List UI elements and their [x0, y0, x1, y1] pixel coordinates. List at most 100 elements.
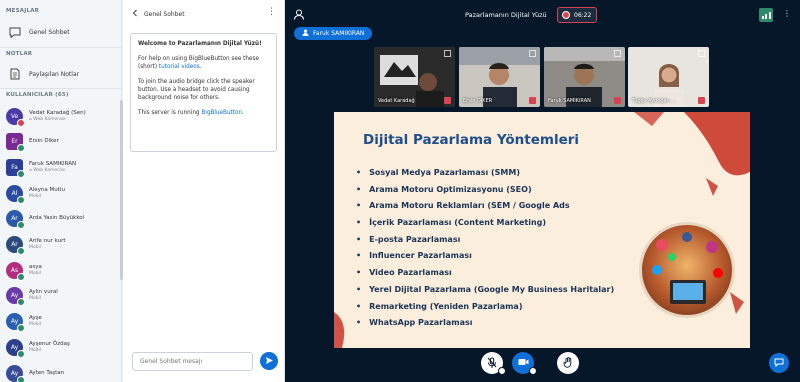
messages-header: MESAJLAR	[6, 8, 40, 14]
user-info: Aleyna Mutlu Mobil	[29, 187, 65, 200]
send-icon	[265, 356, 274, 367]
user-device: Mobil	[29, 296, 41, 302]
listen-status-icon	[17, 221, 25, 230]
chat-options-button[interactable]: ⋮	[267, 7, 276, 17]
avatar: Ay	[6, 287, 25, 307]
presentation-slide: Dijital Pazarlama Yöntemleri Sosyal Medy…	[334, 112, 750, 348]
avatar: Fa	[6, 158, 25, 178]
avatar-initials: Al	[11, 189, 18, 197]
toggle-userlist-button[interactable]	[293, 9, 305, 22]
muted-mic-icon	[529, 97, 536, 104]
shared-notes-label: Paylaşılan Notlar	[29, 70, 80, 78]
listen-status-icon	[17, 349, 25, 358]
user-list-item[interactable]: Ay Ayşenur Özdaş Mobil	[6, 335, 118, 359]
user-list-item[interactable]: Ay Aylin vural Mobil	[6, 284, 118, 308]
camera-tile[interactable]: Faruk SAMIKIRAN	[544, 47, 625, 107]
presenter-icon	[302, 29, 309, 38]
user-name: Aleyna Mutlu	[29, 186, 65, 193]
notes-icon	[8, 67, 22, 81]
avatar-initials: Ar	[11, 215, 18, 223]
avatar-initials: Fa	[11, 163, 18, 171]
user-info: Faruk SAMIKIRAN ⌂ Web Kamerası	[29, 161, 76, 174]
share-webcam-button[interactable]	[512, 352, 537, 375]
user-device: Mobil	[29, 245, 41, 250]
more-vertical-icon: ⋮	[267, 7, 276, 17]
user-list-item[interactable]: Al Aleyna Mutlu Mobil	[6, 181, 118, 205]
user-info: Ayşe Mobil	[29, 315, 42, 328]
raise-hand-button[interactable]	[557, 352, 579, 374]
camera-tile[interactable]: Ersin DİKER	[459, 47, 540, 107]
listen-status-icon	[17, 272, 25, 281]
unmute-button[interactable]	[481, 352, 506, 375]
tutorial-videos-link[interactable]: tutorial videos	[159, 64, 200, 70]
user-info: Ersin Diker	[29, 138, 59, 145]
user-name: Ayten Taştan	[29, 369, 65, 376]
fullscreen-icon[interactable]	[529, 50, 536, 57]
user-list-item[interactable]: Ay Ayten Taştan	[6, 361, 118, 382]
user-list-item[interactable]: Ar Arife nur kurt Mobil	[6, 233, 118, 257]
mic-off-icon	[487, 357, 497, 370]
fullscreen-icon[interactable]	[444, 50, 451, 57]
connection-status-button[interactable]	[759, 8, 773, 22]
record-icon	[562, 11, 570, 19]
avatar: Er	[6, 133, 25, 153]
listen-status-icon	[17, 169, 25, 178]
options-menu-button[interactable]: ⋮	[783, 9, 791, 18]
bigbluebutton-link[interactable]: BigBlueButton	[201, 110, 242, 116]
avatar: Al	[6, 184, 25, 204]
listen-status-icon	[17, 324, 25, 333]
avatar-initials: Ay	[10, 343, 19, 351]
audio-settings-dot[interactable]	[498, 367, 506, 375]
open-chat-button[interactable]	[769, 353, 789, 373]
public-chat-label: Genel Sohbet	[29, 28, 70, 36]
server-post: .	[242, 110, 244, 116]
welcome-prefix: Welcome to	[138, 41, 178, 47]
user-device: Mobil	[29, 322, 41, 328]
notes-header: NOTLAR	[6, 51, 33, 57]
hand-icon	[563, 356, 573, 370]
recording-time: 06:22	[574, 11, 592, 19]
user-info: Ayten Taştan	[29, 370, 64, 377]
public-chat-item[interactable]: Genel Sohbet	[8, 25, 70, 39]
video-settings-dot[interactable]	[529, 367, 537, 375]
audio-text: To join the audio bridge click the speak…	[138, 79, 255, 101]
slide-bullet: Video Pazarlaması	[356, 265, 614, 282]
slide-bullet: Sosyal Medya Pazarlaması (SMM)	[356, 165, 614, 182]
user-list-item[interactable]: Ar Arda Yasin Büyükkol	[6, 207, 118, 231]
shared-notes-item[interactable]: Paylaşılan Notlar	[8, 67, 79, 81]
chat-back-button[interactable]: Genel Sohbet	[132, 9, 185, 19]
user-list-item[interactable]: Ay Ayşe Mobil	[6, 310, 118, 334]
chat-bubble-icon	[8, 25, 22, 39]
user-info: Aylin vural Mobil	[29, 289, 58, 302]
user-device: Mobil	[29, 270, 41, 276]
recording-indicator[interactable]: 06:22	[557, 7, 597, 23]
user-info: Arife nur kurt Mobil	[29, 238, 66, 251]
user-list-item[interactable]: Ve Vedat Karadağ (Sen) ⌂ Web Kamerası	[6, 104, 118, 128]
camera-tile[interactable]: Tuğçe Aydoğan ...	[628, 47, 709, 107]
user-info: Ayşenur Özdaş Mobil	[29, 341, 70, 354]
sidebar: MESAJLAR Genel Sohbet NOTLAR Paylaşılan …	[0, 0, 123, 382]
user-list-item[interactable]: Er Ersin Diker	[6, 130, 118, 154]
slide-bullet: Remarketing (Yeniden Pazarlama)	[356, 299, 614, 316]
user-list-item[interactable]: Fa Faruk SAMIKIRAN ⌂ Web Kamerası	[6, 155, 118, 179]
slide-bullet: Arama Motoru Reklamları (SEM / Google Ad…	[356, 198, 614, 215]
user-name: Arife nur kurt	[29, 238, 66, 244]
listen-status-icon	[17, 247, 25, 255]
user-device: Mobil	[29, 347, 41, 353]
camera-name: Faruk SAMIKIRAN	[548, 98, 591, 104]
send-message-button[interactable]	[260, 352, 278, 370]
welcome-title: Pazarlamanın Dijital Yüzü!	[177, 41, 262, 47]
more-vertical-icon: ⋮	[783, 9, 791, 18]
avatar-initials: Er	[11, 138, 18, 146]
user-list-item[interactable]: As asya Mobil	[6, 258, 118, 282]
fullscreen-icon[interactable]	[614, 50, 621, 57]
muted-mic-icon	[698, 97, 705, 104]
help-post: .	[199, 64, 202, 70]
server-text: This server is running BigBlueButton.	[138, 109, 269, 117]
chat-message-input[interactable]	[132, 352, 253, 371]
camera-tile[interactable]: Vedat Karadağ	[374, 47, 455, 107]
fullscreen-icon[interactable]	[698, 50, 705, 57]
slide-bullet: Arama Motoru Optimizasyonu (SEO)	[356, 182, 614, 199]
chat-bubble-icon	[774, 358, 784, 369]
user-name: Faruk SAMIKIRAN	[29, 160, 77, 167]
